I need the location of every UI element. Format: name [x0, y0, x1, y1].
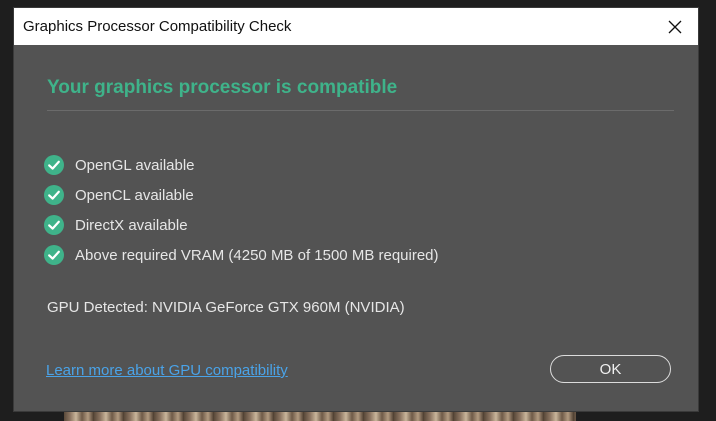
heading-divider	[47, 110, 674, 111]
check-label: OpenCL available	[75, 186, 194, 204]
window-title: Graphics Processor Compatibility Check	[23, 18, 292, 35]
check-circle-icon	[44, 155, 64, 175]
check-label: Above required VRAM (4250 MB of 1500 MB …	[75, 246, 439, 264]
check-circle-icon	[44, 215, 64, 235]
learn-more-link[interactable]: Learn more about GPU compatibility	[46, 362, 288, 379]
check-item-opencl: OpenCL available	[44, 180, 439, 210]
check-circle-icon	[44, 185, 64, 205]
check-item-opengl: OpenGL available	[44, 150, 439, 180]
compatibility-heading: Your graphics processor is compatible	[47, 77, 398, 98]
check-item-vram: Above required VRAM (4250 MB of 1500 MB …	[44, 240, 439, 270]
title-bar: Graphics Processor Compatibility Check	[14, 8, 698, 45]
check-item-directx: DirectX available	[44, 210, 439, 240]
check-list: OpenGL available OpenCL available Direct…	[44, 150, 439, 270]
check-circle-icon	[44, 245, 64, 265]
gpu-compatibility-dialog: Graphics Processor Compatibility Check Y…	[14, 8, 698, 411]
gpu-detected-text: GPU Detected: NVIDIA GeForce GTX 960M (N…	[47, 299, 405, 316]
check-label: DirectX available	[75, 216, 188, 234]
close-button[interactable]	[652, 8, 698, 45]
check-label: OpenGL available	[75, 156, 195, 174]
ok-button[interactable]: OK	[550, 355, 671, 383]
close-icon	[668, 20, 682, 33]
